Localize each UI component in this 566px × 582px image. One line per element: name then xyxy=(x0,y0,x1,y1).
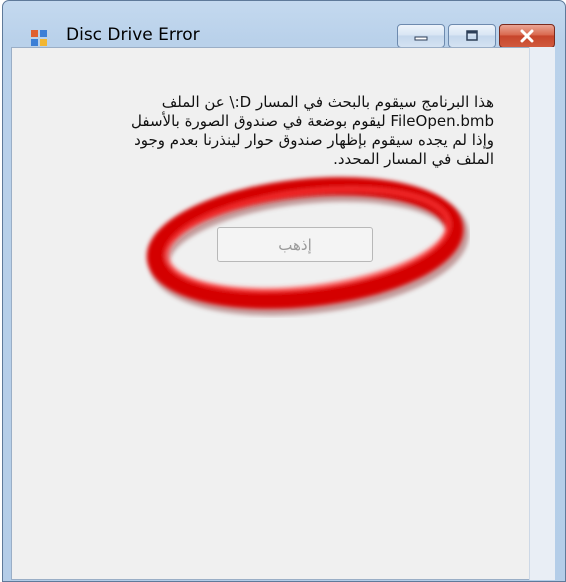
maximize-icon xyxy=(466,30,478,41)
go-button[interactable]: إذهب xyxy=(217,227,373,262)
right-edge-strip xyxy=(529,47,555,580)
title-bar[interactable]: Disc Drive Error xyxy=(3,1,565,48)
close-icon xyxy=(520,29,534,43)
close-button[interactable] xyxy=(499,24,555,48)
application-icon xyxy=(31,30,47,46)
maximize-button[interactable] xyxy=(448,24,496,48)
window-title: Disc Drive Error xyxy=(66,25,200,45)
minimize-button[interactable] xyxy=(397,24,445,48)
minimize-icon xyxy=(414,36,428,41)
dialog-message: هذا البرنامج سيقوم بالبحث في المسار D:\ … xyxy=(131,93,494,168)
caption-buttons xyxy=(397,24,555,48)
